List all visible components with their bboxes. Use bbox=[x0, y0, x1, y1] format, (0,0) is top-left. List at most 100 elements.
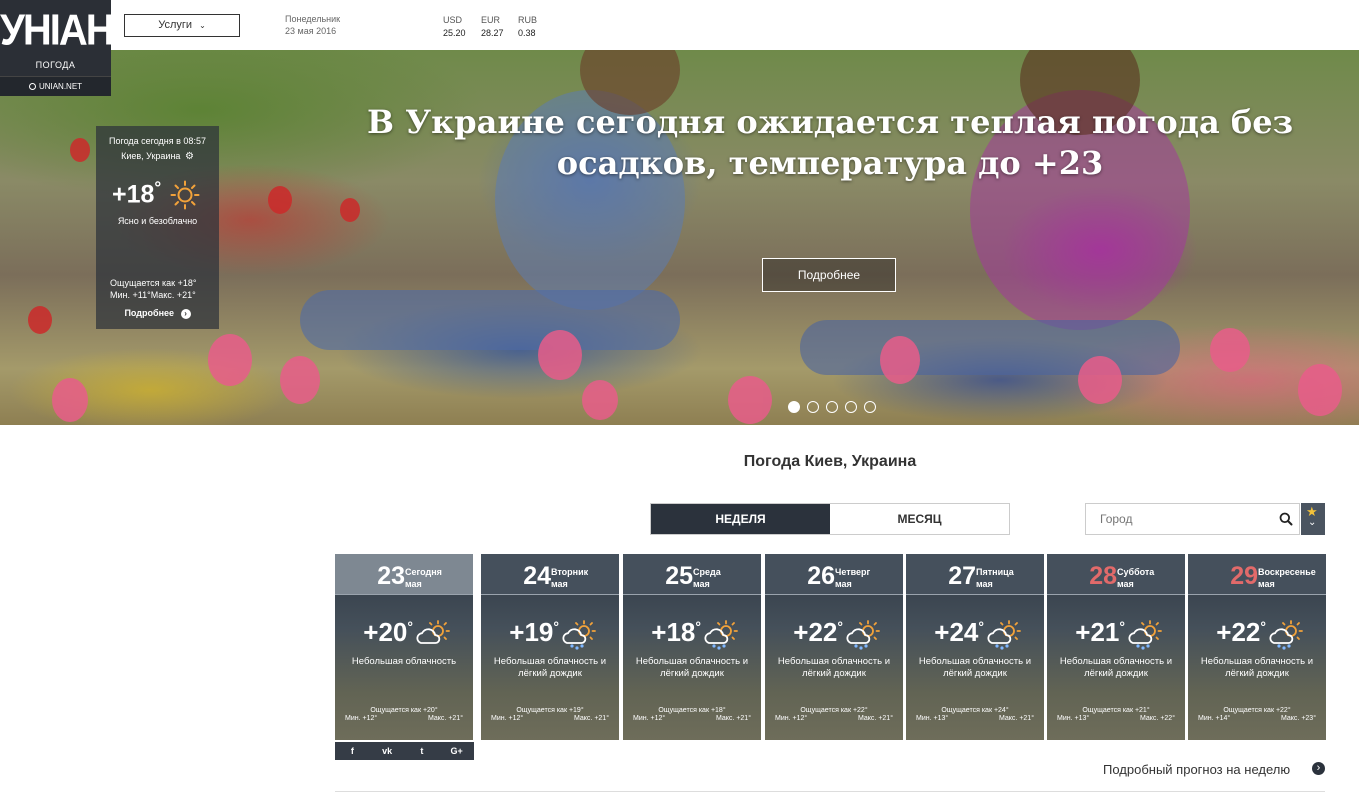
day-max: Макс. +21° bbox=[998, 715, 1034, 722]
widget-description: Ясно и безоблачно bbox=[117, 216, 198, 226]
chevron-down-icon[interactable]: ⌄ bbox=[1308, 517, 1316, 528]
hero-slider: В Украине сегодня ожидается теплая погод… bbox=[0, 50, 1359, 425]
day-temp-degree: ° bbox=[978, 618, 984, 635]
day-card[interactable]: 24 Вторник мая +19° Небольшая облачность и л… bbox=[481, 554, 619, 740]
day-card[interactable]: 23 Сегодня мая +20° Небольшая облачность Ощущ… bbox=[335, 554, 473, 740]
day-number: 27 bbox=[948, 562, 976, 590]
widget-temp-degree: ° bbox=[154, 178, 162, 197]
hero-more-button[interactable]: Подробнее bbox=[762, 258, 896, 292]
day-number: 26 bbox=[807, 562, 835, 590]
favorites-toggle[interactable]: ★ ⌄ bbox=[1301, 503, 1325, 535]
day-max: Макс. +23° bbox=[1280, 715, 1316, 722]
slider-dot[interactable] bbox=[807, 401, 819, 413]
day-number: 24 bbox=[523, 562, 551, 590]
cloud-rain-icon bbox=[704, 620, 738, 650]
city-search bbox=[1085, 503, 1300, 535]
currency-value: 25.20 bbox=[443, 28, 466, 38]
day-card[interactable]: 27 Пятница мая +24° Небольшая облачность и л… bbox=[906, 554, 1044, 740]
day-min: Мин. +12° bbox=[491, 715, 524, 722]
city-search-input[interactable] bbox=[1086, 504, 1276, 534]
day-card[interactable]: 28 Суббота мая +21° Небольшая облачность и л… bbox=[1047, 554, 1185, 740]
slider-dot[interactable] bbox=[845, 401, 857, 413]
day-temp-value: +22 bbox=[1216, 617, 1261, 647]
day-header: 23 Сегодня мая bbox=[335, 554, 473, 595]
partly-cloudy-icon bbox=[416, 620, 450, 644]
day-month: мая bbox=[405, 579, 422, 589]
day-min: Мин. +12° bbox=[775, 715, 808, 722]
day-name: Пятница мая bbox=[976, 566, 1014, 590]
twitter-icon[interactable]: t bbox=[405, 742, 440, 760]
facebook-icon[interactable]: f bbox=[335, 742, 370, 760]
currency-code: USD bbox=[443, 15, 463, 25]
day-description: Небольшая облачность и лёгкий дождик bbox=[635, 656, 749, 679]
day-weekday: Пятница bbox=[976, 567, 1014, 577]
slider-dot[interactable] bbox=[864, 401, 876, 413]
day-card[interactable]: 25 Среда мая +18° Небольшая облачность и лёг… bbox=[623, 554, 761, 740]
widget-temp-value: +18 bbox=[112, 180, 155, 209]
day-description: Небольшая облачность bbox=[351, 656, 457, 667]
widget-city: Киев, Украина ⚙ bbox=[96, 151, 219, 162]
day-weekday: Сегодня bbox=[405, 567, 442, 577]
day-temp-degree: ° bbox=[837, 618, 843, 635]
chevron-right-circle-icon[interactable]: › bbox=[1312, 762, 1325, 775]
day-header: 24 Вторник мая bbox=[481, 554, 619, 595]
widget-more-link[interactable]: Подробнее › bbox=[96, 308, 219, 319]
chevron-right-circle-icon: › bbox=[180, 309, 191, 319]
widget-city-label: Киев, Украина bbox=[121, 151, 181, 161]
day-name: Сегодня мая bbox=[405, 566, 442, 590]
day-name: Вторник мая bbox=[551, 566, 588, 590]
tab-month[interactable]: МЕСЯЦ bbox=[830, 504, 1009, 534]
day-name: Четверг мая bbox=[835, 566, 870, 590]
day-max: Макс. +21° bbox=[573, 715, 609, 722]
services-label: Услуги bbox=[158, 19, 193, 31]
currency-rub: RUB 0.38 bbox=[518, 14, 537, 40]
day-description: Небольшая облачность и лёгкий дождик bbox=[918, 656, 1032, 679]
cloud-rain-icon bbox=[987, 620, 1021, 650]
day-temp-value: +19 bbox=[509, 617, 554, 647]
day-card[interactable]: 26 Четверг мая +22° Небольшая облачность и л… bbox=[765, 554, 903, 740]
slider-dots bbox=[788, 401, 876, 413]
day-max: Макс. +22° bbox=[1139, 715, 1175, 722]
day-temp: +18° bbox=[623, 617, 701, 648]
unian-net-label: UNIAN.NET bbox=[38, 82, 83, 91]
services-dropdown[interactable]: Услуги ⌄ bbox=[124, 14, 240, 37]
day-month: мая bbox=[1258, 579, 1275, 589]
day-description: Небольшая облачность и лёгкий дождик bbox=[1059, 656, 1173, 679]
tab-week[interactable]: НЕДЕЛЯ bbox=[651, 504, 830, 534]
google-plus-icon[interactable]: G+ bbox=[439, 742, 474, 760]
hero-headline[interactable]: В Украине сегодня ожидается теплая погод… bbox=[330, 102, 1330, 184]
search-icon[interactable] bbox=[1279, 512, 1293, 526]
date-block: Понедельник 23 мая 2016 bbox=[285, 13, 340, 37]
day-temp-value: +24 bbox=[934, 617, 979, 647]
slider-dot[interactable] bbox=[826, 401, 838, 413]
day-name: Суббота мая bbox=[1117, 566, 1154, 590]
week-forecast-link[interactable]: Подробный прогноз на неделю bbox=[1103, 762, 1290, 777]
social-share: f vk t G+ bbox=[335, 742, 474, 760]
day-number: 23 bbox=[377, 562, 405, 590]
currency-value: 0.38 bbox=[518, 28, 536, 38]
currency-usd: USD 25.20 bbox=[443, 14, 466, 40]
day-description: Небольшая облачность и лёгкий дождик bbox=[777, 656, 891, 679]
day-card[interactable]: 29 Воскресенье мая +22° Небольшая облачность… bbox=[1188, 554, 1326, 740]
day-temp-value: +20 bbox=[363, 617, 408, 647]
day-min: Мин. +14° bbox=[1198, 715, 1231, 722]
vk-icon[interactable]: vk bbox=[370, 742, 405, 760]
day-min: Мин. +12° bbox=[345, 715, 378, 722]
day-temp-degree: ° bbox=[553, 618, 559, 635]
day-weekday: Вторник bbox=[551, 567, 589, 577]
day-temp: +24° bbox=[906, 617, 984, 648]
day-temp-degree: ° bbox=[1119, 618, 1125, 635]
gear-icon[interactable]: ⚙ bbox=[185, 151, 194, 162]
widget-minmax: Мин. +11°Макс. +21° bbox=[110, 290, 196, 300]
day-temp: +21° bbox=[1047, 617, 1125, 648]
day-month: мая bbox=[693, 579, 710, 589]
day-temp: +22° bbox=[1188, 617, 1266, 648]
widget-feels-like: Ощущается как +18° bbox=[110, 278, 197, 288]
day-header: 28 Суббота мая bbox=[1047, 554, 1185, 595]
day-max: Макс. +21° bbox=[715, 715, 751, 722]
widget-more-label: Подробнее bbox=[124, 308, 175, 318]
unian-net-link[interactable]: UNIAN.NET bbox=[0, 76, 111, 96]
day-header: 29 Воскресенье мая bbox=[1188, 554, 1326, 595]
slider-dot[interactable] bbox=[788, 401, 800, 413]
logo[interactable]: УНІАН ПОГОДА UNIAN.NET bbox=[0, 0, 115, 96]
